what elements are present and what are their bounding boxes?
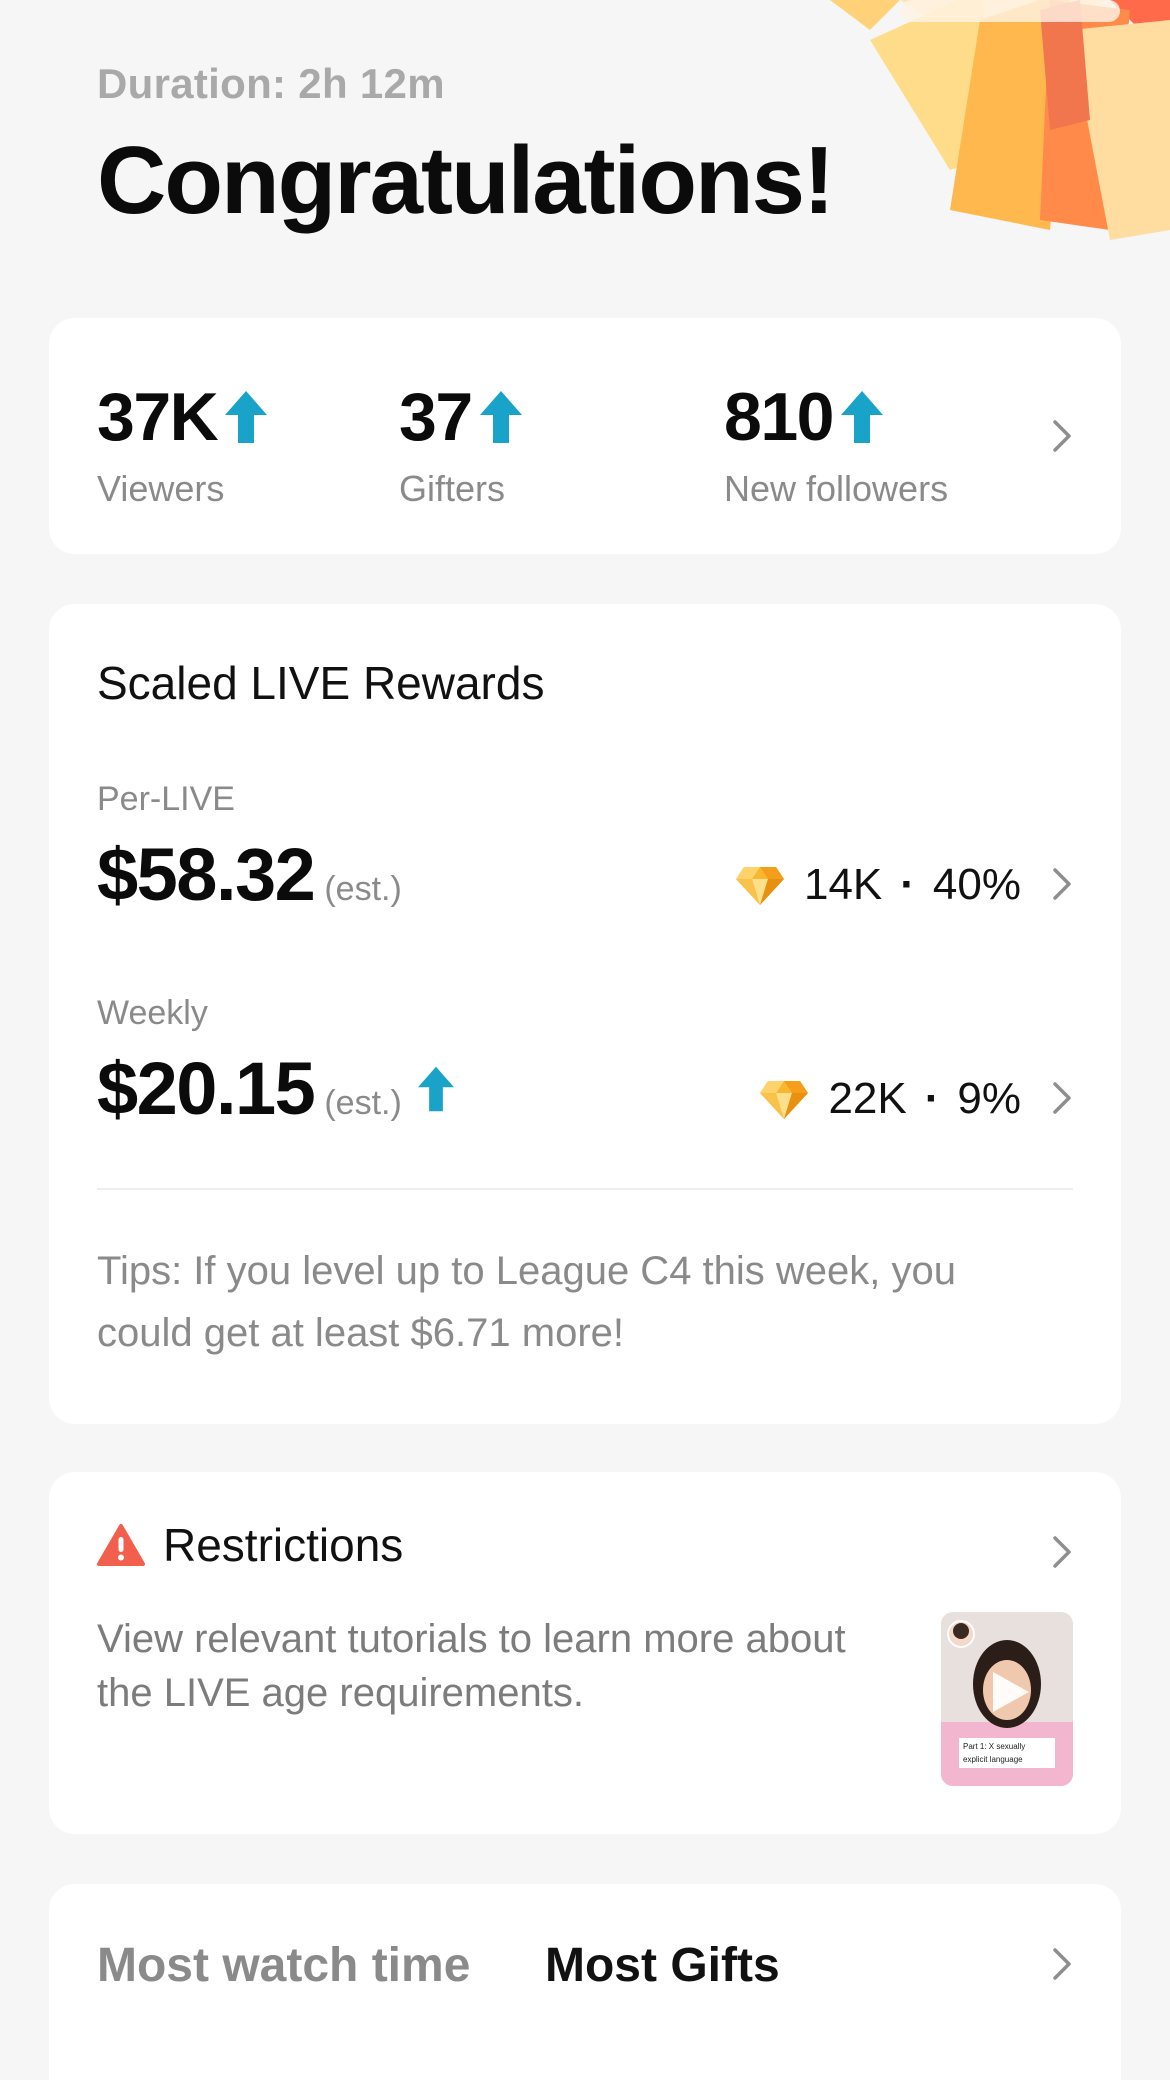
diamond-icon bbox=[735, 867, 784, 905]
chevron-right-icon[interactable] bbox=[1051, 1534, 1073, 1570]
estimate-label: (est.) bbox=[324, 1084, 402, 1122]
up-arrow-icon bbox=[417, 1066, 454, 1111]
restrictions-title: Restrictions bbox=[163, 1519, 404, 1571]
chevron-right-icon[interactable] bbox=[1051, 1080, 1073, 1116]
chevron-right-icon[interactable] bbox=[1051, 1946, 1073, 1982]
separator-dot: · bbox=[900, 860, 915, 909]
stat-value: 37 bbox=[399, 379, 473, 455]
stat-label: Viewers bbox=[97, 468, 225, 509]
page-title: Congratulations! bbox=[97, 127, 835, 234]
weekly-diamond-count: 22K bbox=[828, 1074, 907, 1123]
top-contributors-card: Most watch time Most Gifts bbox=[49, 1884, 1121, 2080]
stats-card[interactable]: 37K Viewers 37 Gifters 810 New followers bbox=[49, 318, 1121, 554]
tips-text: Tips: If you level up to League C4 this … bbox=[97, 1249, 957, 1355]
stat-gifters: 37 Gifters bbox=[399, 378, 524, 510]
rewards-heading: Scaled LIVE Rewards bbox=[97, 657, 545, 709]
thumbnail-caption-line1: Part 1: X sexually bbox=[963, 1742, 1025, 1751]
per-live-percent: 40% bbox=[932, 860, 1021, 909]
up-arrow-icon bbox=[840, 391, 883, 443]
scaled-live-rewards-card: Scaled LIVE Rewards Per-LIVE $58.32 (est… bbox=[49, 604, 1121, 1424]
up-arrow-icon bbox=[479, 391, 522, 443]
stat-label: Gifters bbox=[399, 468, 506, 509]
stat-value: 810 bbox=[724, 379, 834, 455]
weekly-label: Weekly bbox=[97, 994, 208, 1032]
thumbnail-caption-line2: explicit language bbox=[963, 1755, 1023, 1764]
stat-viewers: 37K Viewers bbox=[97, 378, 269, 510]
up-arrow-icon bbox=[225, 391, 268, 443]
chevron-right-icon[interactable] bbox=[1051, 866, 1073, 902]
weekly-percent: 9% bbox=[957, 1074, 1021, 1123]
restrictions-description: View relevant tutorials to learn more ab… bbox=[97, 1617, 846, 1715]
diamond-icon bbox=[760, 1081, 809, 1119]
tutorial-video-thumbnail[interactable]: Part 1: X sexually explicit language bbox=[941, 1612, 1073, 1786]
estimate-label: (est.) bbox=[324, 870, 402, 908]
weekly-amount-row: $20.15 (est.) bbox=[97, 1046, 456, 1131]
per-live-amount: $58.32 bbox=[97, 833, 316, 916]
restrictions-card[interactable]: Restrictions View relevant tutorials to … bbox=[49, 1472, 1121, 1834]
per-live-amount-row: $58.32 (est.) bbox=[97, 832, 402, 917]
weekly-amount: $20.15 bbox=[97, 1047, 316, 1130]
duration-text: Duration: 2h 12m bbox=[97, 60, 445, 107]
weekly-diamonds-row[interactable]: 22K · 9% bbox=[758, 1074, 1021, 1124]
summary-header: Duration: 2h 12m Congratulations! bbox=[97, 60, 835, 236]
separator-dot: · bbox=[924, 1074, 940, 1123]
restrictions-title-row: Restrictions bbox=[97, 1518, 403, 1572]
tab-most-gifts[interactable]: Most Gifts bbox=[545, 1938, 780, 1993]
live-summary-page: Duration: 2h 12m Congratulations! 37K Vi… bbox=[0, 0, 1170, 2080]
warning-icon bbox=[97, 1524, 145, 1566]
tab-most-watch-time[interactable]: Most watch time bbox=[97, 1938, 470, 1993]
stat-new-followers: 810 New followers bbox=[724, 378, 948, 510]
per-live-label: Per-LIVE bbox=[97, 780, 235, 818]
divider bbox=[97, 1188, 1073, 1190]
stat-value: 37K bbox=[97, 379, 219, 455]
per-live-diamond-count: 14K bbox=[803, 860, 883, 909]
chevron-right-icon[interactable] bbox=[1051, 418, 1073, 454]
per-live-diamonds-row[interactable]: 14K · 40% bbox=[734, 860, 1021, 910]
stat-label: New followers bbox=[724, 468, 949, 509]
